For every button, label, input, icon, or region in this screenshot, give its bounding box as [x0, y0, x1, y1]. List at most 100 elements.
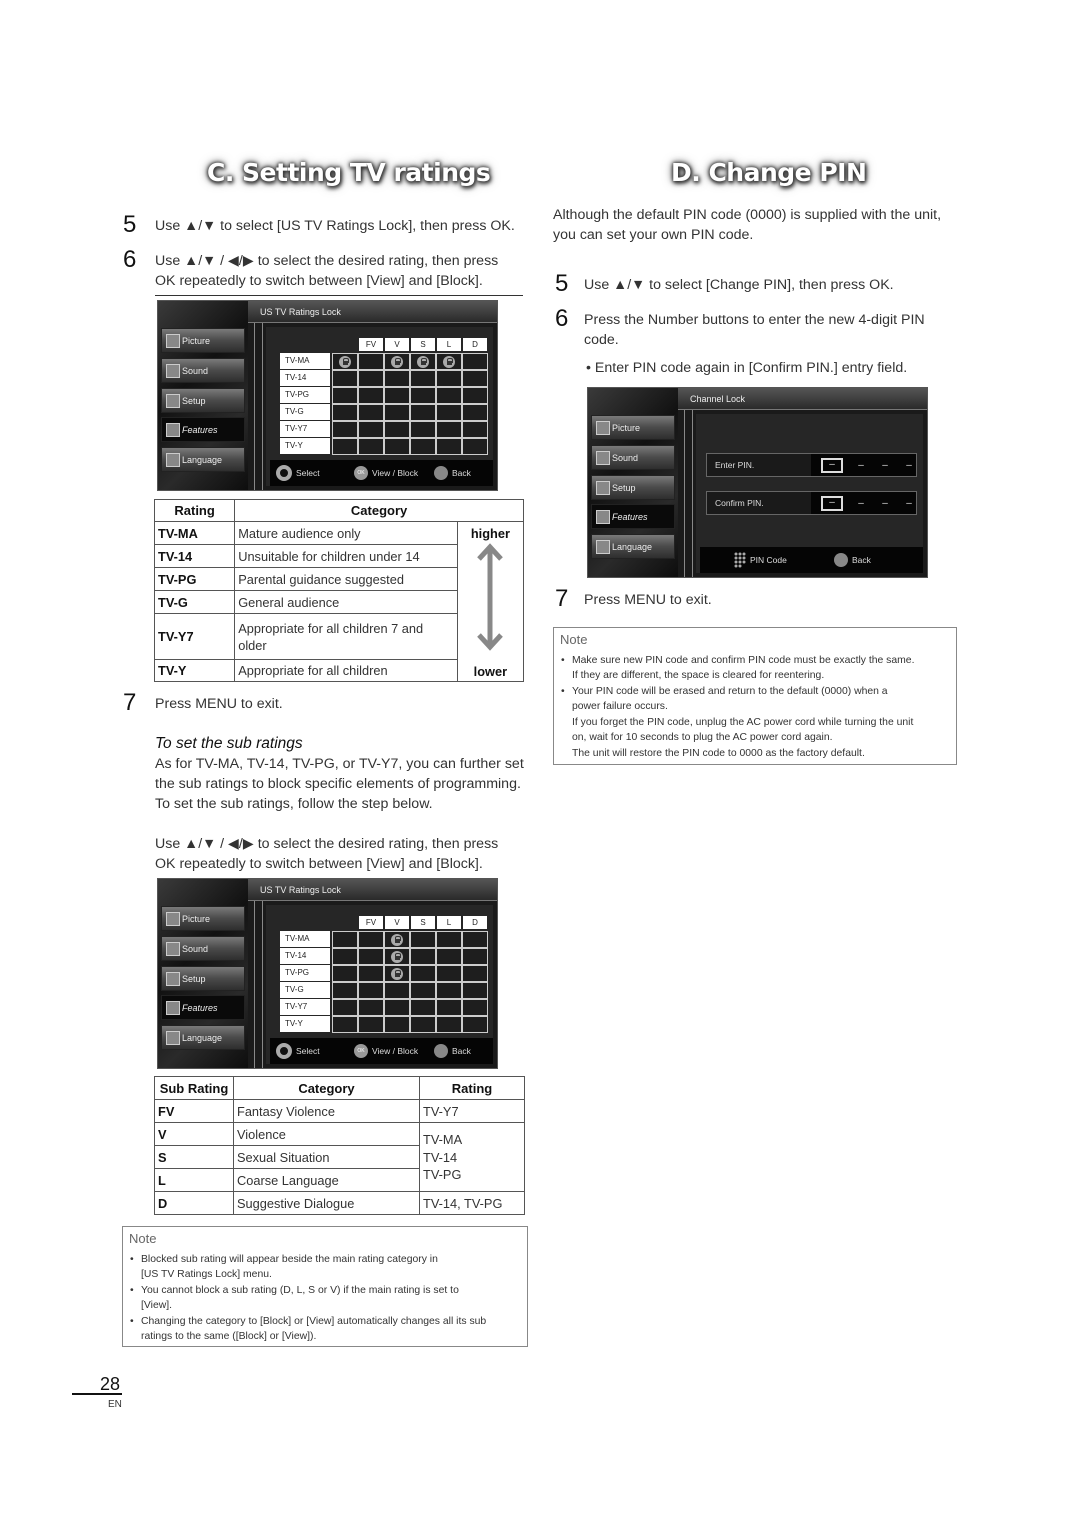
rating-cell[interactable]: [436, 353, 462, 370]
rating-row-label[interactable]: TV-PG: [280, 965, 330, 981]
rating-cell[interactable]: [384, 438, 410, 455]
rating-cell[interactable]: [462, 1016, 488, 1033]
rating-row-label[interactable]: TV-Y7: [280, 421, 330, 437]
rating-cell[interactable]: [410, 965, 436, 982]
pin-digit[interactable]: –: [903, 460, 915, 471]
pin-digit[interactable]: –: [855, 498, 867, 509]
rating-cell[interactable]: [332, 438, 358, 455]
rating-row-label[interactable]: TV-G: [280, 982, 330, 998]
rating-cell[interactable]: [436, 1016, 462, 1033]
rating-cell[interactable]: [462, 404, 488, 421]
confirm-pin-digits[interactable]: – – – –: [811, 492, 916, 514]
rating-cell[interactable]: [384, 965, 410, 982]
rating-cell[interactable]: [462, 948, 488, 965]
pin-digit[interactable]: –: [903, 498, 915, 509]
rating-cell[interactable]: [358, 387, 384, 404]
rating-cell[interactable]: [436, 931, 462, 948]
menu-item-picture[interactable]: Picture: [161, 328, 245, 353]
rating-cell[interactable]: [358, 404, 384, 421]
rating-cell[interactable]: [332, 387, 358, 404]
rating-cell[interactable]: [358, 353, 384, 370]
menu-item-language[interactable]: Language: [161, 1025, 245, 1050]
rating-cell[interactable]: [384, 387, 410, 404]
rating-cell[interactable]: [358, 1016, 384, 1033]
rating-cell[interactable]: [332, 982, 358, 999]
rating-cell[interactable]: [332, 999, 358, 1016]
rating-cell[interactable]: [358, 999, 384, 1016]
rating-cell[interactable]: [462, 982, 488, 999]
rating-cell[interactable]: [410, 931, 436, 948]
rating-cell[interactable]: [384, 948, 410, 965]
rating-cell[interactable]: [462, 965, 488, 982]
pin-digit[interactable]: –: [879, 498, 891, 509]
rating-cell[interactable]: [358, 370, 384, 387]
rating-row-label[interactable]: TV-MA: [280, 931, 330, 947]
rating-cell[interactable]: [410, 948, 436, 965]
rating-cell[interactable]: [410, 438, 436, 455]
pin-digit[interactable]: –: [879, 460, 891, 471]
rating-cell[interactable]: [410, 421, 436, 438]
menu-item-features[interactable]: Features: [591, 504, 675, 529]
menu-item-language[interactable]: Language: [161, 447, 245, 472]
menu-item-sound[interactable]: Sound: [591, 445, 675, 470]
rating-cell[interactable]: [462, 387, 488, 404]
rating-cell[interactable]: [358, 438, 384, 455]
rating-cell[interactable]: [410, 1016, 436, 1033]
rating-cell[interactable]: [358, 982, 384, 999]
pin-digit[interactable]: –: [821, 495, 843, 511]
rating-cell[interactable]: [358, 965, 384, 982]
rating-cell[interactable]: [332, 404, 358, 421]
rating-cell[interactable]: [436, 404, 462, 421]
rating-cell[interactable]: [410, 982, 436, 999]
rating-cell[interactable]: [358, 421, 384, 438]
rating-row-label[interactable]: TV-14: [280, 948, 330, 964]
menu-item-picture[interactable]: Picture: [161, 906, 245, 931]
rating-cell[interactable]: [332, 353, 358, 370]
rating-cell[interactable]: [332, 1016, 358, 1033]
rating-row-label[interactable]: TV-Y: [280, 438, 330, 454]
rating-cell[interactable]: [436, 370, 462, 387]
enter-pin-field[interactable]: Enter PIN. – – – –: [706, 453, 917, 477]
rating-cell[interactable]: [332, 421, 358, 438]
menu-item-setup[interactable]: Setup: [161, 388, 245, 413]
rating-cell[interactable]: [462, 999, 488, 1016]
menu-item-setup[interactable]: Setup: [161, 966, 245, 991]
rating-cell[interactable]: [358, 948, 384, 965]
rating-cell[interactable]: [436, 438, 462, 455]
rating-cell[interactable]: [462, 370, 488, 387]
rating-cell[interactable]: [436, 387, 462, 404]
rating-cell[interactable]: [410, 353, 436, 370]
rating-cell[interactable]: [436, 999, 462, 1016]
rating-cell[interactable]: [332, 948, 358, 965]
rating-row-label[interactable]: TV-Y7: [280, 999, 330, 1015]
rating-cell[interactable]: [462, 438, 488, 455]
rating-cell[interactable]: [410, 387, 436, 404]
menu-item-setup[interactable]: Setup: [591, 475, 675, 500]
rating-row-label[interactable]: TV-G: [280, 404, 330, 420]
rating-cell[interactable]: [462, 353, 488, 370]
enter-pin-digits[interactable]: – – – –: [811, 454, 916, 476]
rating-cell[interactable]: [384, 353, 410, 370]
rating-cell[interactable]: [384, 982, 410, 999]
menu-item-sound[interactable]: Sound: [161, 936, 245, 961]
rating-cell[interactable]: [410, 370, 436, 387]
menu-item-features[interactable]: Features: [161, 995, 245, 1020]
rating-cell[interactable]: [436, 421, 462, 438]
rating-cell[interactable]: [436, 948, 462, 965]
rating-cell[interactable]: [384, 404, 410, 421]
rating-row-label[interactable]: TV-MA: [280, 353, 330, 369]
menu-item-sound[interactable]: Sound: [161, 358, 245, 383]
pin-digit[interactable]: –: [821, 457, 843, 473]
confirm-pin-field[interactable]: Confirm PIN. – – – –: [706, 491, 917, 515]
rating-cell[interactable]: [332, 370, 358, 387]
rating-cell[interactable]: [358, 931, 384, 948]
rating-row-label[interactable]: TV-Y: [280, 1016, 330, 1032]
rating-cell[interactable]: [384, 999, 410, 1016]
rating-cell[interactable]: [384, 1016, 410, 1033]
menu-item-language[interactable]: Language: [591, 534, 675, 559]
rating-row-label[interactable]: TV-14: [280, 370, 330, 386]
rating-cell[interactable]: [384, 370, 410, 387]
rating-cell[interactable]: [410, 999, 436, 1016]
rating-cell[interactable]: [332, 965, 358, 982]
rating-cell[interactable]: [384, 931, 410, 948]
